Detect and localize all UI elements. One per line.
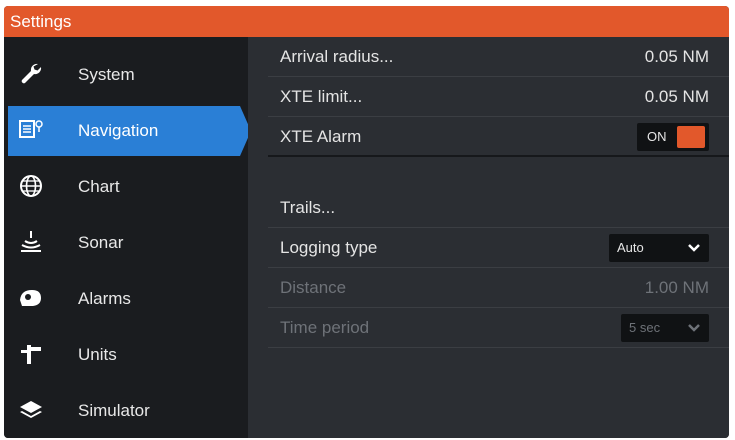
navigation-icon: [19, 120, 43, 138]
xte-limit-label: XTE limit...: [280, 87, 363, 106]
sidebar-item-sonar[interactable]: Sonar: [4, 215, 248, 271]
time-period-dropdown: 5 sec: [621, 314, 709, 342]
arrival-radius-row[interactable]: Arrival radius... 0.05 NM: [268, 37, 729, 77]
layers-icon: [20, 401, 42, 418]
sidebar-item-system[interactable]: System: [4, 47, 248, 103]
sidebar-item-navigation[interactable]: Navigation: [4, 103, 251, 159]
units-icon: [21, 345, 41, 364]
time-period-selected: 5 sec: [629, 320, 661, 335]
xte-alarm-row: XTE Alarm ON: [268, 117, 729, 157]
sidebar-item-label: Chart: [78, 177, 120, 196]
settings-sidebar: System Navigation Chart Sonar Alarms Uni…: [4, 37, 251, 438]
distance-label: Distance: [280, 278, 347, 297]
sidebar-item-label: Simulator: [78, 401, 150, 420]
sidebar-item-units[interactable]: Units: [4, 327, 248, 383]
alarm-bell-icon: [20, 290, 41, 306]
trails-row[interactable]: Trails...: [268, 188, 729, 228]
wrench-icon: [21, 63, 42, 84]
sidebar-item-label: System: [78, 65, 135, 84]
sidebar-item-label: Navigation: [78, 121, 159, 140]
distance-row: Distance 1.00 NM: [268, 268, 729, 308]
sidebar-item-chart[interactable]: Chart: [4, 159, 248, 215]
distance-value: 1.00 NM: [644, 278, 709, 297]
sidebar-item-label: Sonar: [78, 233, 124, 252]
logging-type-row: Logging type Auto: [268, 228, 729, 268]
sidebar-item-alarms[interactable]: Alarms: [4, 271, 248, 327]
chevron-down-icon: [688, 244, 700, 252]
xte-limit-row[interactable]: XTE limit... 0.05 NM: [268, 77, 729, 117]
toggle-state-text: ON: [647, 129, 667, 144]
window-title: Settings: [4, 6, 729, 37]
globe-icon: [20, 175, 42, 197]
sidebar-item-label: Units: [78, 345, 117, 364]
time-period-label: Time period: [280, 318, 370, 337]
sidebar-item-simulator[interactable]: Simulator: [4, 383, 248, 438]
logging-type-label: Logging type: [280, 238, 378, 257]
arrival-radius-label: Arrival radius...: [280, 47, 394, 66]
time-period-row: Time period 5 sec: [268, 308, 729, 348]
sonar-icon: [21, 231, 41, 252]
xte-alarm-toggle[interactable]: ON: [637, 123, 709, 151]
navigation-settings-panel: Arrival radius... 0.05 NM XTE limit... 0…: [248, 37, 729, 438]
trails-label: Trails...: [280, 198, 336, 217]
xte-limit-value: 0.05 NM: [644, 87, 709, 106]
logging-type-dropdown[interactable]: Auto: [609, 234, 709, 262]
settings-window: Settings System Navigation Chart Sonar A…: [4, 6, 729, 438]
chevron-down-icon: [688, 324, 700, 332]
xte-alarm-label: XTE Alarm: [280, 127, 362, 146]
toggle-knob: [677, 126, 705, 148]
logging-type-selected: Auto: [617, 240, 644, 255]
arrival-radius-value: 0.05 NM: [644, 47, 709, 66]
sidebar-item-label: Alarms: [78, 289, 131, 308]
